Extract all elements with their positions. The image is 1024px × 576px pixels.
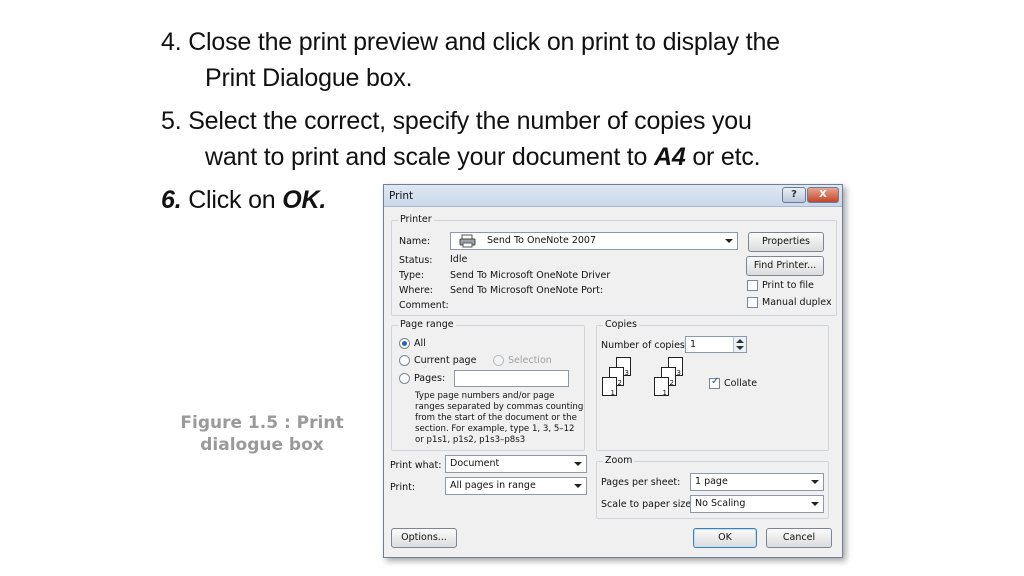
print-what-value: Document [450, 458, 500, 469]
spin-up-icon[interactable] [736, 339, 744, 343]
where-label: Where: [399, 285, 434, 296]
step-4-line-1: 4. Close the print preview and click on … [161, 28, 780, 56]
step-4-text: 4. Close the print preview and click on … [161, 24, 921, 96]
step-6-ok: OK. [282, 186, 327, 214]
chevron-down-icon [811, 502, 819, 506]
step-6-number: 6. [161, 186, 182, 214]
properties-button[interactable]: Properties [748, 232, 824, 252]
print-what-select[interactable]: Document [445, 455, 587, 473]
scale-to-paper-label: Scale to paper size: [601, 499, 695, 510]
step-5-line-1: 5. Select the correct, specify the numbe… [161, 107, 752, 135]
spin-down-icon[interactable] [736, 346, 744, 350]
print-value: All pages in range [450, 480, 536, 491]
print-select[interactable]: All pages in range [445, 477, 587, 495]
cancel-button[interactable]: Cancel [766, 528, 832, 548]
ok-button[interactable]: OK [693, 528, 757, 548]
step-6-label: Click on [181, 186, 283, 214]
close-button[interactable]: X [807, 187, 839, 203]
copies-spinner[interactable] [733, 337, 746, 352]
number-of-copies-value: 1 [690, 339, 697, 350]
number-of-copies-input[interactable]: 1 [685, 336, 747, 353]
figure-caption-line-2: dialogue box [200, 435, 324, 455]
current-page-label: Current page [414, 355, 477, 366]
pages-per-sheet-value: 1 page [695, 476, 728, 487]
figure-caption-line-1: Figure 1.5 : Print [180, 413, 344, 433]
scale-to-paper-select[interactable]: No Scaling [690, 495, 824, 513]
type-value: Send To Microsoft OneNote Driver [450, 270, 611, 281]
print-label: Print: [390, 482, 416, 493]
printer-name-value: Send To OneNote 2007 [487, 235, 596, 246]
status-value: Idle [450, 254, 468, 265]
chevron-down-icon [811, 480, 819, 484]
pages-radio[interactable] [399, 373, 410, 384]
page-range-legend: Page range [398, 319, 456, 330]
copies-legend: Copies [603, 319, 639, 330]
printer-name-select[interactable]: Send To OneNote 2007 [450, 232, 738, 250]
printer-icon [459, 234, 476, 248]
step-5-a4: A4 [654, 143, 686, 171]
name-label: Name: [399, 236, 431, 247]
print-dialog: Print ? X Printer Name: Send To OneNote … [383, 184, 843, 558]
step-5-text: 5. Select the correct, specify the numbe… [161, 103, 921, 175]
step-5-line-2-post: or etc. [685, 143, 761, 171]
figure-caption: Figure 1.5 : Print dialogue box [168, 412, 356, 456]
chevron-down-icon [725, 239, 733, 243]
type-label: Type: [399, 270, 425, 281]
collate-label: Collate [724, 378, 758, 389]
help-button[interactable]: ? [782, 187, 806, 203]
step-5-line-2-pre: want to print and scale your document to [205, 143, 655, 171]
find-printer-button[interactable]: Find Printer... [746, 256, 824, 276]
step-6-text: 6. Click on OK. [161, 182, 326, 218]
dialog-title: Print [389, 190, 414, 202]
step-4-line-2: Print Dialogue box. [205, 64, 413, 92]
step-5-line-2: want to print and scale your document to… [161, 139, 921, 175]
pages-label: Pages: [414, 373, 446, 384]
manual-duplex-checkbox[interactable] [747, 297, 758, 308]
manual-duplex-label: Manual duplex [762, 297, 832, 308]
selection-label: Selection [508, 355, 552, 366]
current-page-radio[interactable] [399, 355, 410, 366]
pages-per-sheet-label: Pages per sheet: [601, 477, 681, 488]
scale-to-paper-value: No Scaling [695, 498, 746, 509]
print-what-label: Print what: [390, 460, 442, 471]
zoom-legend: Zoom [603, 455, 635, 466]
where-value: Send To Microsoft OneNote Port: [450, 285, 604, 296]
collate-page-1b: 1 [654, 377, 669, 397]
all-pages-radio[interactable] [399, 338, 410, 349]
printer-legend: Printer [398, 214, 434, 225]
collate-checkbox[interactable] [709, 376, 720, 389]
pages-per-sheet-select[interactable]: 1 page [690, 473, 824, 491]
comment-label: Comment: [399, 300, 449, 311]
options-button[interactable]: Options... [391, 528, 457, 548]
all-pages-label: All [414, 338, 426, 349]
chevron-down-icon [574, 484, 582, 488]
status-label: Status: [399, 255, 433, 266]
print-to-file-checkbox[interactable] [747, 280, 758, 291]
number-of-copies-label: Number of copies: [601, 340, 689, 351]
dialog-titlebar: Print ? X [384, 185, 842, 207]
collate-page-1a: 1 [602, 377, 617, 397]
selection-radio[interactable] [493, 355, 504, 366]
page-range-help: Type page numbers and/or page ranges sep… [415, 391, 584, 445]
pages-input[interactable] [454, 370, 569, 387]
print-to-file-label: Print to file [762, 280, 814, 291]
chevron-down-icon [574, 462, 582, 466]
